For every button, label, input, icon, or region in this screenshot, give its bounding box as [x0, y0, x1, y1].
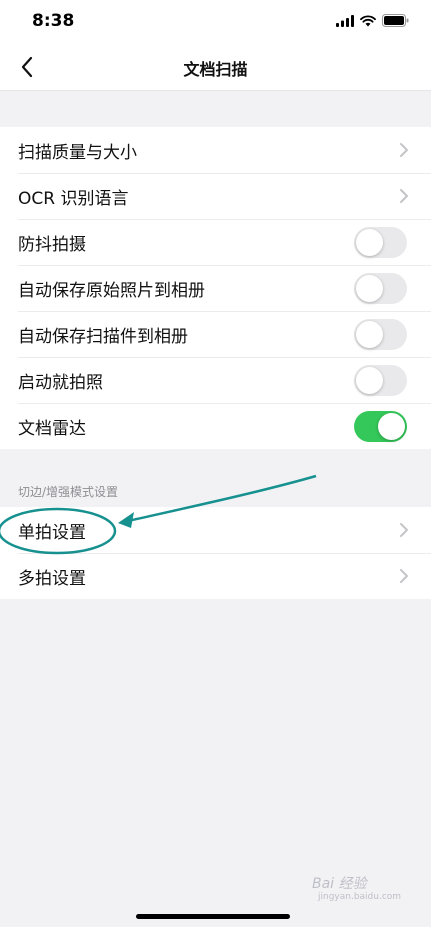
save-scan-toggle[interactable]: [354, 319, 407, 350]
row-save-original: 自动保存原始照片到相册: [0, 265, 431, 311]
status-icons: [336, 14, 409, 27]
page-title: 文档扫描: [183, 60, 248, 79]
row-label: 自动保存原始照片到相册: [18, 280, 205, 301]
row-single-shot-settings[interactable]: 单拍设置: [0, 507, 431, 553]
row-anti-shake: 防抖拍摄: [0, 219, 431, 265]
chevron-right-icon: [400, 523, 408, 537]
toggle-knob: [378, 413, 405, 440]
toggle-knob: [356, 275, 383, 302]
save-original-toggle[interactable]: [354, 273, 407, 304]
document-radar-toggle[interactable]: [354, 411, 407, 442]
chevron-right-icon: [400, 189, 408, 203]
row-document-radar: 文档雷达: [0, 403, 431, 449]
row-multi-shot-settings[interactable]: 多拍设置: [0, 553, 431, 599]
toggle-knob: [356, 367, 383, 394]
settings-group-scan: 扫描质量与大小 OCR 识别语言 防抖拍摄 自动保存原始照片到相册 自动保存扫描…: [0, 127, 431, 449]
status-bar: 8:38: [0, 0, 431, 44]
row-label: 防抖拍摄: [18, 234, 86, 255]
row-ocr-language[interactable]: OCR 识别语言: [0, 173, 431, 219]
row-label: 启动就拍照: [18, 372, 103, 393]
launch-camera-toggle[interactable]: [354, 365, 407, 396]
toggle-knob: [356, 321, 383, 348]
watermark-url: jingyan.baidu.com: [318, 892, 402, 902]
status-time: 8:38: [32, 11, 75, 31]
home-indicator: [136, 914, 290, 919]
settings-group-crop: 单拍设置 多拍设置: [0, 507, 431, 599]
battery-icon: [382, 14, 409, 27]
row-label: 多拍设置: [18, 568, 86, 589]
row-label: 自动保存扫描件到相册: [18, 326, 188, 347]
row-save-scan: 自动保存扫描件到相册: [0, 311, 431, 357]
watermark: Bai 经验: [312, 876, 367, 892]
toggle-knob: [356, 229, 383, 256]
signal-icon: [336, 14, 354, 27]
chevron-right-icon: [400, 143, 408, 157]
row-label: 扫描质量与大小: [18, 142, 137, 163]
row-label: 单拍设置: [18, 522, 86, 543]
section-header: 切边/增强模式设置: [18, 485, 119, 499]
row-scan-quality[interactable]: 扫描质量与大小: [0, 127, 431, 173]
row-label: 文档雷达: [18, 418, 86, 439]
wifi-icon: [360, 14, 376, 26]
row-launch-camera: 启动就拍照: [0, 357, 431, 403]
chevron-right-icon: [400, 569, 408, 583]
anti-shake-toggle[interactable]: [354, 227, 407, 258]
row-label: OCR 识别语言: [18, 188, 129, 209]
navigation-bar: 文档扫描: [0, 44, 431, 91]
